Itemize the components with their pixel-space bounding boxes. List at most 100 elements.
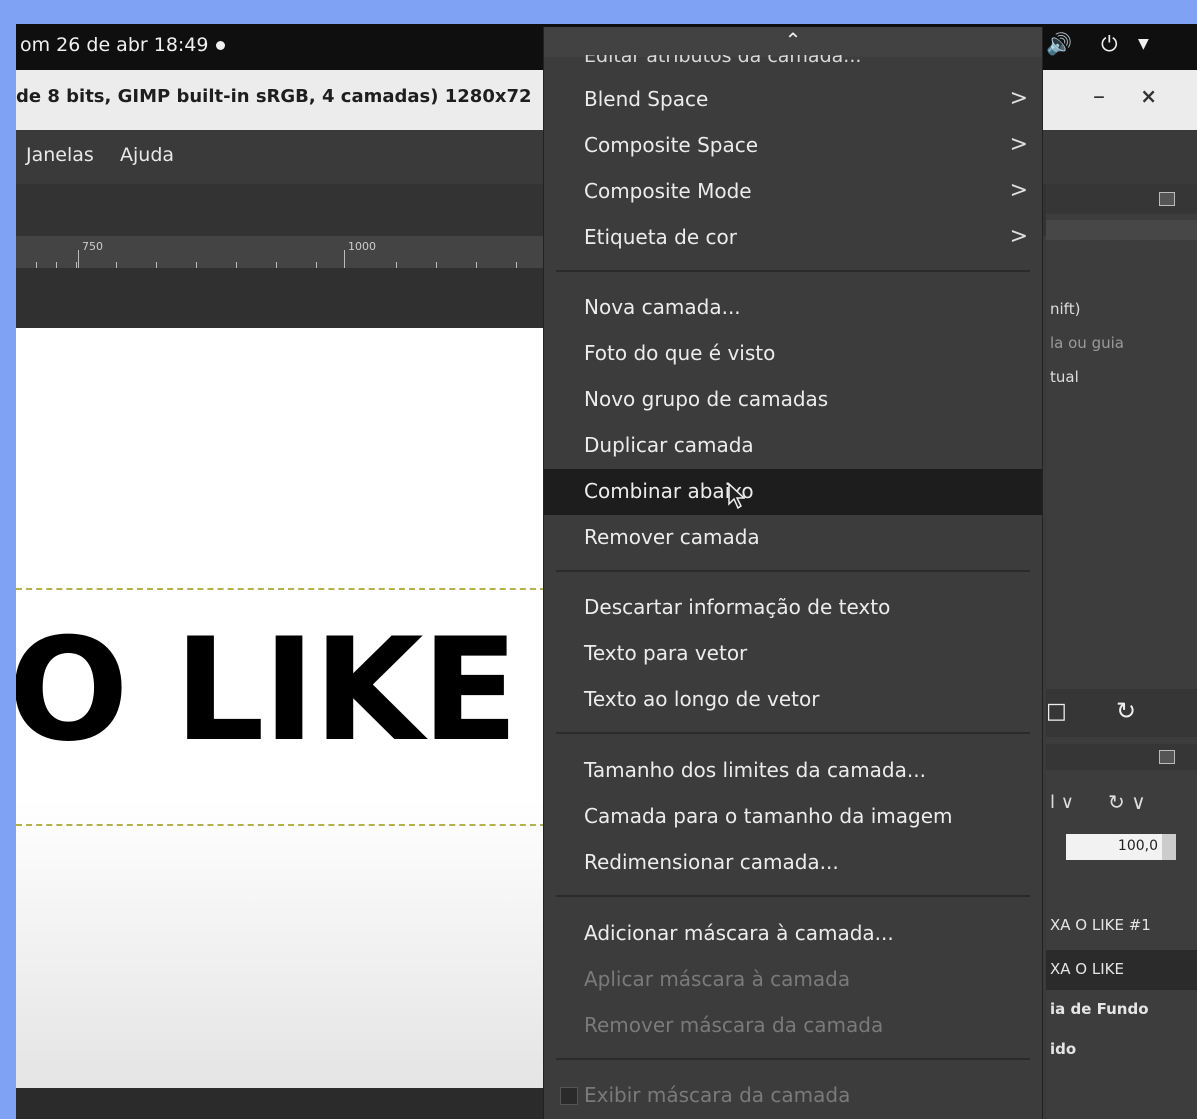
composite-select[interactable]: ↻ ∨ <box>1108 790 1146 814</box>
menu-item-descartar-texto[interactable]: Descartar informação de texto <box>544 585 1042 631</box>
opacity-value: 100,0 <box>1117 838 1158 854</box>
menu-item-label: Camada para o tamanho da imagem <box>584 804 953 828</box>
layer-context-menu: ⌃ Editar atributos da camada... Blend Sp… <box>543 27 1043 1119</box>
layer-name: ido <box>1050 1040 1077 1058</box>
clock-text: om 26 de abr 18:49 <box>20 34 209 56</box>
checkbox <box>560 1087 578 1105</box>
menu-item-label: Remover camada <box>584 525 760 549</box>
layer-name: ia de Fundo <box>1050 1000 1149 1018</box>
layer-name: XA O LIKE <box>1050 960 1124 978</box>
menu-separator <box>556 1058 1030 1060</box>
menu-item-partial[interactable]: Editar atributos da camada... <box>584 55 861 67</box>
menu-item-label: Duplicar camada <box>584 433 754 457</box>
dock-tab-row <box>1046 184 1197 214</box>
menu-item-label: Aplicar máscara à camada <box>584 967 851 991</box>
menu-item-label: Adicionar máscara à camada... <box>584 921 894 945</box>
menu-item-label: Blend Space <box>584 87 709 111</box>
mode-row: l ∨ ↻ ∨ <box>1046 784 1197 824</box>
ruler-label: 750 <box>82 240 103 253</box>
dock-hint: nift) <box>1050 300 1081 318</box>
menu-item-label: Nova camada... <box>584 295 741 319</box>
reset-icon[interactable]: ↻ <box>1116 697 1136 725</box>
mode-select[interactable]: l ∨ <box>1050 792 1074 813</box>
notification-dot <box>215 41 225 50</box>
menu-item-novo-grupo[interactable]: Novo grupo de camadas <box>544 377 1042 423</box>
dock-button-row: □ ↻ <box>1046 689 1197 737</box>
dock-header <box>1046 220 1197 240</box>
menu-separator <box>556 270 1030 272</box>
chevron-down-icon: ∨ <box>1060 792 1074 813</box>
layer-item[interactable]: XA O LIKE <box>1046 950 1197 990</box>
menu-item-tamanho-limites[interactable]: Tamanho dos limites da camada... <box>544 748 1042 794</box>
canvas-padding <box>16 268 546 328</box>
dock-menu-icon[interactable] <box>1159 750 1175 764</box>
layers-tab-row <box>1046 744 1197 770</box>
menu-item-label: Foto do que é visto <box>584 341 776 365</box>
menu-separator <box>556 732 1030 734</box>
clock[interactable]: om 26 de abr 18:49 <box>20 34 225 56</box>
chevron-right-icon: > <box>1009 132 1028 157</box>
menu-item-combinar-abaixo[interactable]: Combinar abaixo <box>544 469 1042 515</box>
opacity-field[interactable]: 100,0 <box>1066 834 1176 860</box>
menu-item-label: Remover máscara da camada <box>584 1013 884 1037</box>
reset-icon: ↻ <box>1108 790 1125 814</box>
window-title: de 8 bits, GIMP built-in sRGB, 4 camadas… <box>16 86 532 107</box>
dock-menu-icon[interactable] <box>1159 192 1175 206</box>
right-dock: nift) la ou guia tual □ ↻ l ∨ ↻ ∨ 100,0 … <box>1046 184 1197 1119</box>
menu-item-label: Texto ao longo de vetor <box>584 687 820 711</box>
menu-item-redimensionar-camada[interactable]: Redimensionar camada... <box>544 840 1042 886</box>
image-canvas[interactable]: O LIKE <box>16 328 546 1088</box>
menu-item-label: Novo grupo de camadas <box>584 387 829 411</box>
horizontal-ruler[interactable]: 750 1000 <box>16 236 546 269</box>
menu-item-label: Tamanho dos limites da camada... <box>584 758 926 782</box>
guide-line <box>16 588 546 590</box>
menu-item-label: Composite Space <box>584 133 759 157</box>
minimize-button[interactable]: – <box>1093 82 1105 110</box>
layer-item[interactable]: ido <box>1046 1030 1197 1070</box>
menu-item-aplicar-mascara: Aplicar máscara à camada <box>544 957 1042 1003</box>
menu-item-nova-camada[interactable]: Nova camada... <box>544 285 1042 331</box>
dock-hint: tual <box>1050 368 1079 386</box>
chevron-right-icon: > <box>1009 178 1028 203</box>
menu-ajuda[interactable]: Ajuda <box>120 144 174 166</box>
menu-item-label: Composite Mode <box>584 179 752 203</box>
guide-line <box>16 824 546 826</box>
save-preset-icon[interactable]: □ <box>1046 699 1067 724</box>
menu-item-etiqueta-de-cor[interactable]: Etiqueta de cor > <box>544 215 1042 261</box>
opacity-spinner[interactable] <box>1162 834 1176 860</box>
menu-item-remover-mascara: Remover máscara da camada <box>544 1003 1042 1049</box>
menu-item-exibir-mascara: Exibir máscara da camada <box>544 1073 1042 1119</box>
menu-item-label: Texto para vetor <box>584 641 748 665</box>
layer-item[interactable]: ia de Fundo <box>1046 990 1197 1030</box>
menu-item-adicionar-mascara[interactable]: Adicionar máscara à camada... <box>544 911 1042 957</box>
close-button[interactable]: × <box>1140 84 1157 108</box>
canvas-text-layer: O LIKE <box>16 608 519 773</box>
status-bar <box>16 1088 546 1119</box>
layer-name: XA O LIKE #1 <box>1050 916 1151 934</box>
menu-item-foto-do-que-e-visto[interactable]: Foto do que é visto <box>544 331 1042 377</box>
menu-item-texto-ao-longo-de-vetor[interactable]: Texto ao longo de vetor <box>544 677 1042 723</box>
menu-item-duplicar-camada[interactable]: Duplicar camada <box>544 423 1042 469</box>
menu-item-composite-space[interactable]: Composite Space > <box>544 123 1042 169</box>
menu-item-composite-mode[interactable]: Composite Mode > <box>544 169 1042 215</box>
menu-item-blend-space[interactable]: Blend Space > <box>544 77 1042 123</box>
menu-separator <box>556 895 1030 897</box>
menu-item-texto-para-vetor[interactable]: Texto para vetor <box>544 631 1042 677</box>
chevron-right-icon: > <box>1009 86 1028 111</box>
menu-item-label: Descartar informação de texto <box>584 595 891 619</box>
ruler-label: 1000 <box>348 240 376 253</box>
menu-item-label: Etiqueta de cor <box>584 225 737 249</box>
chevron-down-icon[interactable]: ▼ <box>1138 36 1149 52</box>
menu-item-label: Exibir máscara da camada <box>584 1083 851 1107</box>
menu-item-camada-tamanho-imagem[interactable]: Camada para o tamanho da imagem <box>544 794 1042 840</box>
layer-item[interactable]: XA O LIKE #1 <box>1046 906 1197 946</box>
menu-scroll-up[interactable]: ⌃ <box>544 27 1042 57</box>
mouse-cursor-icon <box>728 482 745 510</box>
menu-separator <box>556 570 1030 572</box>
menu-item-label: Redimensionar camada... <box>584 850 839 874</box>
chevron-down-icon: ∨ <box>1131 790 1146 814</box>
menu-item-remover-camada[interactable]: Remover camada <box>544 515 1042 561</box>
speaker-icon[interactable]: 🔊 <box>1046 32 1072 57</box>
power-icon[interactable]: ⏻ <box>1101 32 1118 57</box>
menu-janelas[interactable]: Janelas <box>26 144 94 166</box>
